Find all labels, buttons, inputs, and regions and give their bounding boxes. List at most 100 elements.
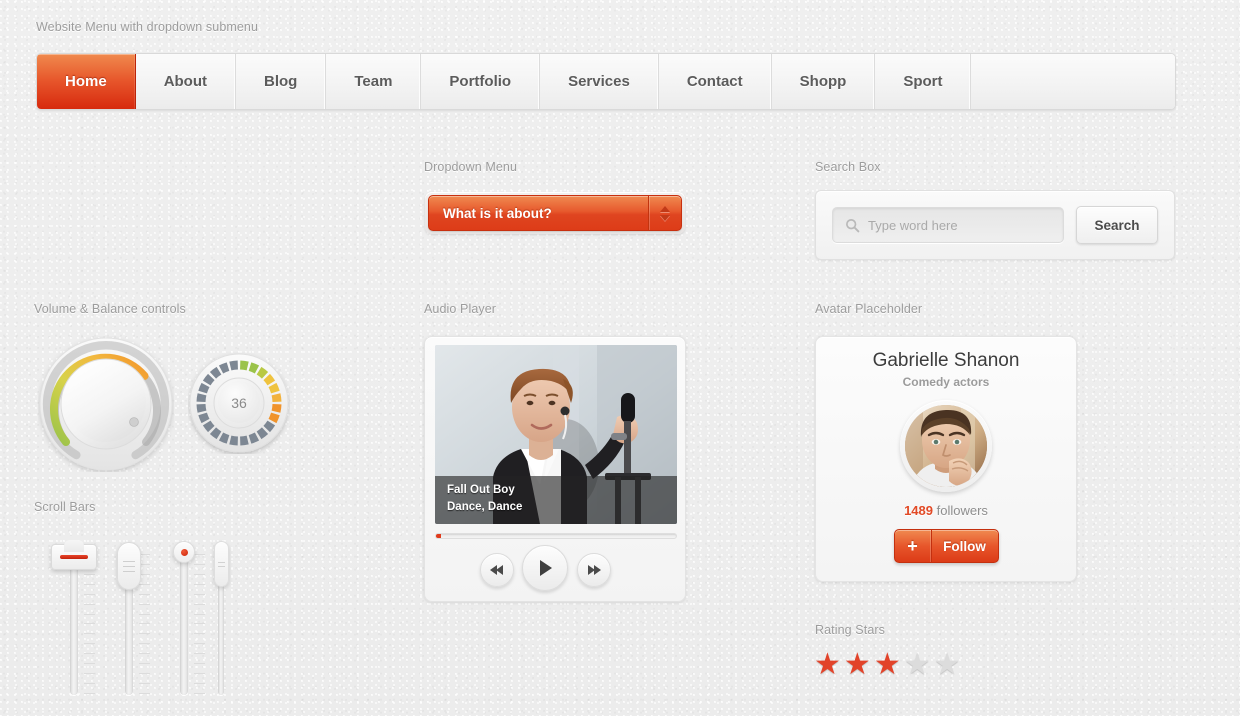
balance-knob[interactable]: 36 bbox=[188, 352, 290, 454]
balance-segment bbox=[268, 412, 280, 424]
slider-handle-red-dot-inner bbox=[180, 548, 188, 556]
nav-tab-portfolio[interactable]: Portfolio bbox=[421, 54, 541, 109]
menu-section-label: Website Menu with dropdown submenu bbox=[36, 20, 259, 34]
search-section-label: Search Box bbox=[815, 160, 881, 174]
slider-1-cap bbox=[64, 540, 84, 552]
follow-button[interactable]: + Follow bbox=[893, 529, 999, 563]
nav-tab-label: Portfolio bbox=[449, 73, 512, 90]
balance-segment bbox=[256, 366, 269, 379]
slider-handle-red-line bbox=[60, 555, 88, 559]
balance-segment bbox=[256, 427, 269, 440]
nav-tab-contact[interactable]: Contact bbox=[658, 54, 772, 109]
dropdown-inner[interactable]: What is it about? bbox=[428, 195, 682, 231]
avatar-name: Gabrielle Shanon bbox=[872, 350, 1020, 371]
balance-segment bbox=[271, 403, 282, 413]
search-placeholder-text: Type word here bbox=[868, 217, 958, 233]
search-button[interactable]: Search bbox=[1076, 206, 1158, 244]
balance-knob-value: 36 bbox=[231, 395, 247, 411]
caret-down-icon bbox=[660, 214, 670, 221]
nav-tab-label: Shopp bbox=[799, 73, 847, 90]
rating-star-3[interactable]: ★ bbox=[874, 650, 901, 680]
slider-1[interactable] bbox=[50, 540, 98, 695]
scrollbars-section-label: Scroll Bars bbox=[34, 500, 96, 514]
balance-segment bbox=[202, 373, 215, 386]
nav-tab-shopp[interactable]: Shopp bbox=[771, 54, 876, 109]
nav-tab-services[interactable]: Services bbox=[540, 54, 659, 109]
plus-icon: + bbox=[895, 530, 932, 562]
nav-tab-home[interactable]: Home bbox=[37, 54, 136, 109]
balance-segment bbox=[248, 432, 260, 444]
rating-star-5[interactable]: ★ bbox=[934, 650, 961, 680]
slider-handle-grip-large[interactable] bbox=[117, 542, 141, 590]
nav-tab-sport[interactable]: Sport bbox=[875, 54, 972, 109]
rewind-button[interactable] bbox=[480, 553, 514, 587]
caret-up-icon bbox=[660, 205, 670, 212]
rating-star-2[interactable]: ★ bbox=[844, 650, 871, 680]
balance-segment bbox=[202, 420, 215, 433]
search-box: Type word here Search bbox=[815, 190, 1175, 260]
search-input[interactable]: Type word here bbox=[832, 207, 1064, 243]
balance-segment bbox=[196, 403, 207, 413]
album-cover-image: Fall Out Boy Dance, Dance bbox=[435, 345, 677, 524]
rewind-icon bbox=[490, 565, 503, 575]
play-button[interactable] bbox=[522, 545, 568, 591]
dropdown-menu[interactable]: What is it about? bbox=[425, 192, 685, 234]
track-info-overlay: Fall Out Boy Dance, Dance bbox=[435, 476, 677, 524]
nav-empty-space bbox=[971, 54, 1175, 109]
nav-tab-blog[interactable]: Blog bbox=[236, 54, 327, 109]
balance-segment bbox=[198, 382, 210, 394]
slider-handle-red-dot[interactable] bbox=[173, 541, 195, 563]
balance-segment bbox=[218, 432, 230, 444]
balance-segment bbox=[198, 412, 210, 424]
balance-segment bbox=[239, 360, 249, 371]
nav-tab-label: Blog bbox=[264, 73, 298, 90]
rating-section-label: Rating Stars bbox=[815, 623, 885, 637]
nav-tab-label: Services bbox=[568, 73, 630, 90]
nav-tab-label: Contact bbox=[686, 73, 743, 90]
balance-segment bbox=[248, 362, 260, 374]
slider-handle-narrow[interactable] bbox=[214, 541, 229, 587]
dropdown-section-label: Dropdown Menu bbox=[424, 160, 518, 174]
knobs-section-label: Volume & Balance controls bbox=[34, 302, 186, 316]
balance-segment bbox=[209, 427, 222, 440]
followers-word: followers bbox=[936, 503, 988, 518]
dropdown-selected-value: What is it about? bbox=[443, 205, 552, 221]
balance-segment bbox=[218, 362, 230, 374]
nav-tab-label: Home bbox=[65, 73, 107, 90]
follow-button-label: Follow bbox=[943, 538, 986, 554]
volume-knob[interactable] bbox=[38, 336, 174, 472]
slider-3[interactable] bbox=[160, 540, 208, 695]
balance-segment bbox=[263, 373, 276, 386]
balance-segment bbox=[263, 420, 276, 433]
track-title: Dance, Dance bbox=[447, 501, 523, 513]
nav-tab-team[interactable]: Team bbox=[326, 54, 422, 109]
balance-segment bbox=[271, 393, 282, 403]
slider-1-ticks bbox=[84, 554, 95, 694]
fast-forward-button[interactable] bbox=[577, 553, 611, 587]
fast-forward-icon bbox=[588, 565, 601, 575]
volume-knob-indicator bbox=[129, 417, 139, 427]
artist-name: Fall Out Boy bbox=[447, 484, 515, 496]
slider-3-ticks bbox=[194, 554, 205, 694]
nav-tab-about[interactable]: About bbox=[135, 54, 237, 109]
avatar[interactable] bbox=[900, 400, 992, 492]
rating-star-1[interactable]: ★ bbox=[814, 650, 841, 680]
rating-stars[interactable]: ★ ★ ★ ★ ★ bbox=[814, 650, 961, 680]
rating-star-4[interactable]: ★ bbox=[904, 650, 931, 680]
playback-progress-bar[interactable] bbox=[435, 533, 677, 539]
search-button-label: Search bbox=[1094, 217, 1140, 233]
avatar-portrait bbox=[905, 405, 987, 487]
search-icon bbox=[846, 218, 860, 232]
audio-player: Fall Out Boy Dance, Dance bbox=[424, 336, 686, 602]
nav-tab-label: Sport bbox=[903, 73, 943, 90]
play-icon bbox=[540, 560, 552, 576]
playback-progress-fill bbox=[436, 534, 441, 538]
slider-4[interactable] bbox=[206, 540, 246, 695]
slider-2[interactable] bbox=[105, 540, 153, 695]
nav-tab-label: About bbox=[163, 73, 208, 90]
up-down-arrows-icon[interactable] bbox=[648, 196, 681, 230]
website-menu-bar: Home About Blog Team Portfolio Services … bbox=[36, 53, 1176, 110]
balance-segment bbox=[239, 435, 249, 446]
nav-tab-label: Team bbox=[354, 73, 393, 90]
avatar-image bbox=[905, 405, 987, 487]
